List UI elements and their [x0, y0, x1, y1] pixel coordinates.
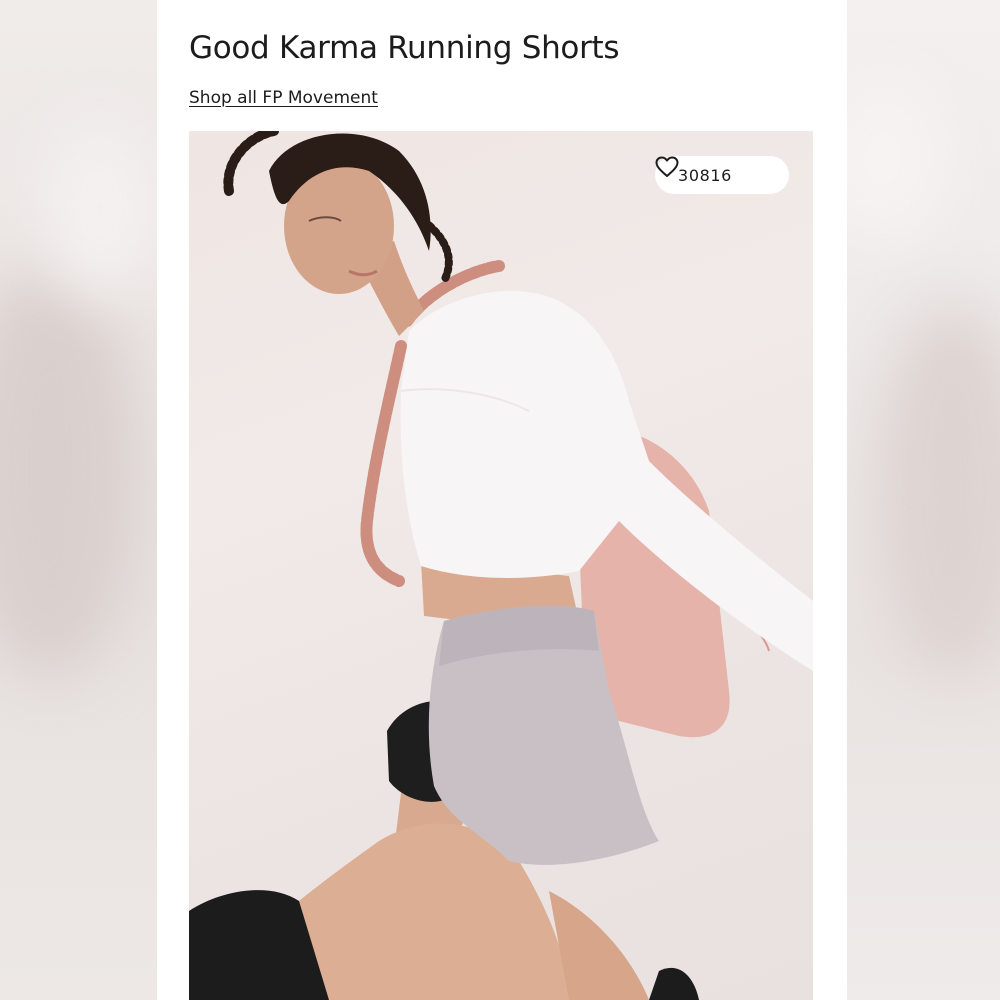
favorite-count: 30816: [678, 165, 732, 185]
model-photo-illustration: [189, 131, 813, 1000]
product-image[interactable]: 30816: [189, 131, 813, 1000]
shop-all-link[interactable]: Shop all FP Movement: [189, 88, 378, 108]
left-blurred-backdrop: [0, 0, 157, 1000]
product-panel: Good Karma Running Shorts Shop all FP Mo…: [157, 0, 847, 1000]
favorite-button[interactable]: 30816: [655, 156, 789, 194]
product-title: Good Karma Running Shorts: [189, 30, 620, 66]
heart-icon: [655, 156, 766, 186]
right-blurred-backdrop: [843, 0, 1000, 1000]
